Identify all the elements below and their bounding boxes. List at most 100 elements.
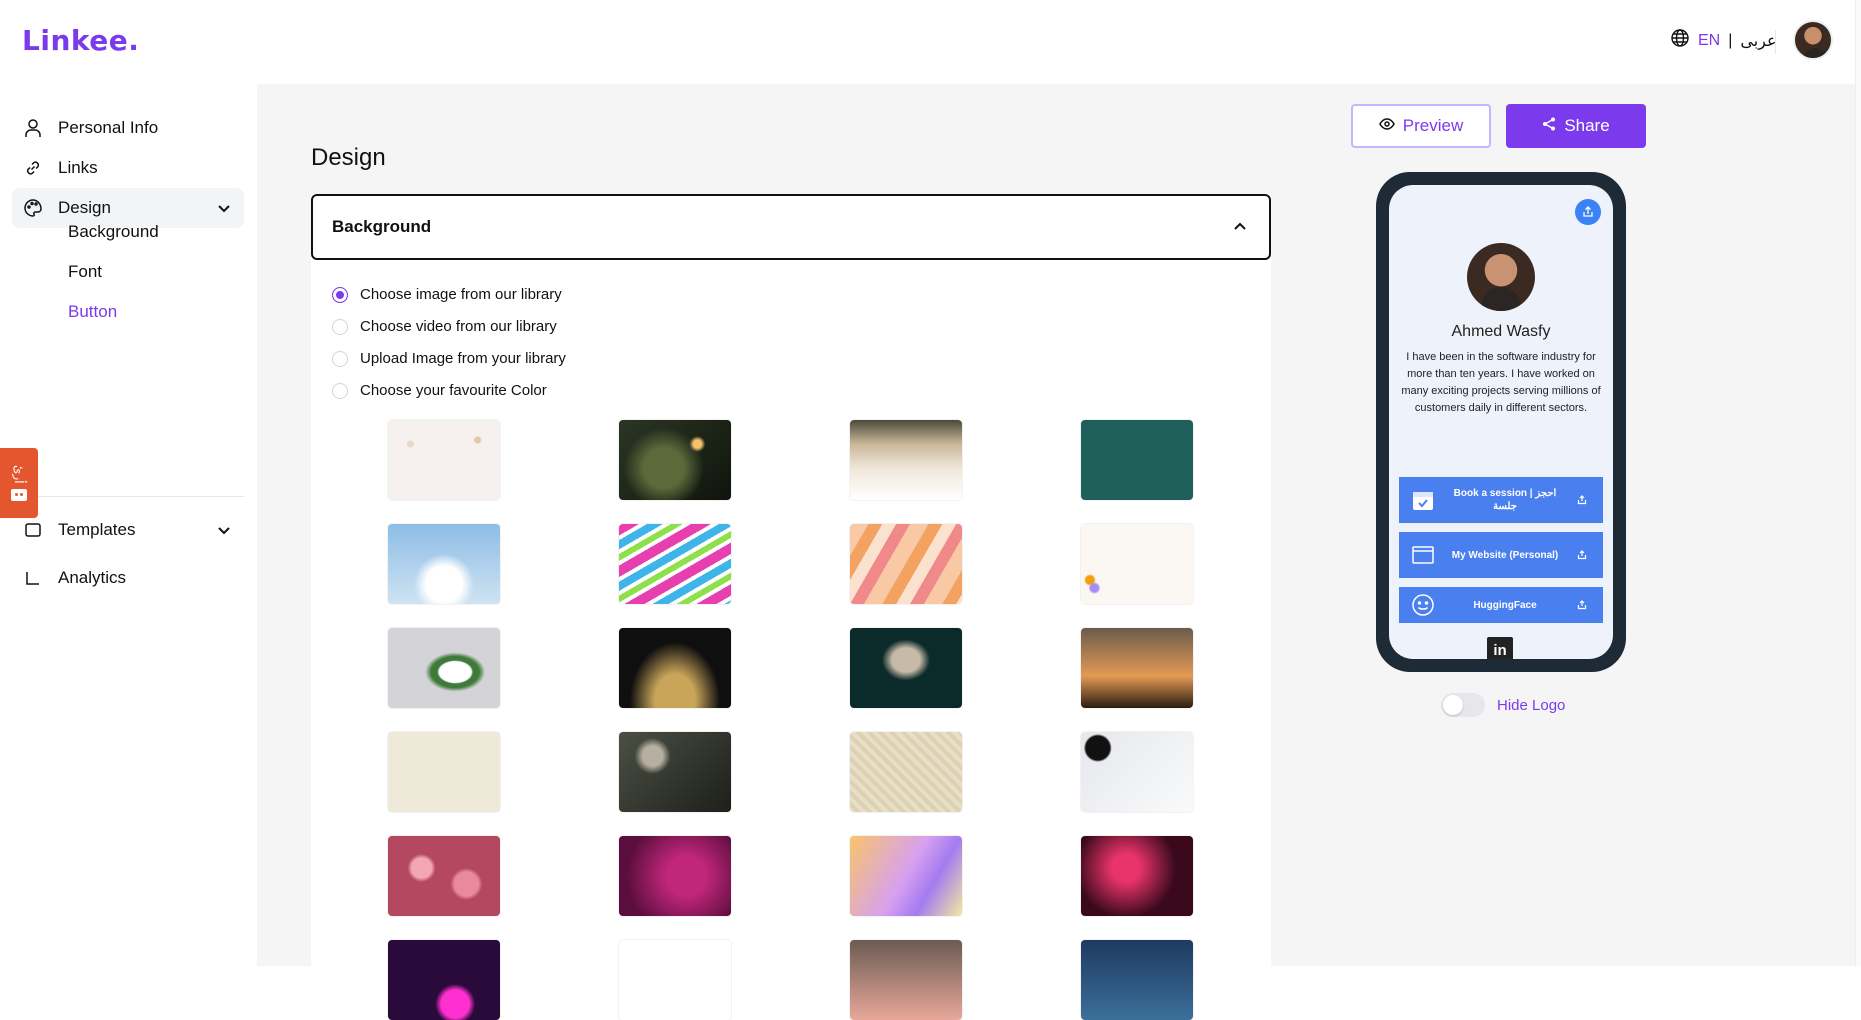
share-icon[interactable] xyxy=(1573,495,1591,505)
robot-icon xyxy=(11,489,27,502)
background-thumbnail[interactable] xyxy=(1081,732,1193,812)
chevron-up-icon xyxy=(1231,218,1249,236)
lang-ar[interactable]: عربى xyxy=(1740,31,1776,51)
background-thumbnail[interactable] xyxy=(850,524,962,604)
browser-window-icon xyxy=(1409,541,1437,569)
sidebar: Personal Info Links Design Background Fo… xyxy=(0,84,257,966)
background-thumbnail[interactable] xyxy=(619,420,731,500)
background-thumbnail[interactable] xyxy=(619,732,731,812)
header-divider xyxy=(1775,30,1776,54)
background-thumbnail[interactable] xyxy=(388,836,500,916)
background-thumbnail[interactable] xyxy=(1081,940,1193,1020)
main-content: Design Background Choose image from our … xyxy=(257,84,1861,1020)
background-thumbnail[interactable] xyxy=(388,524,500,604)
lang-en[interactable]: EN xyxy=(1698,32,1720,50)
hide-logo-label: Hide Logo xyxy=(1497,696,1566,714)
share-icon[interactable] xyxy=(1573,600,1591,610)
background-thumbnail[interactable] xyxy=(850,836,962,916)
app-logo[interactable]: Linkee. xyxy=(22,24,139,57)
user-avatar[interactable] xyxy=(1793,20,1833,60)
hide-logo-control[interactable]: Hide Logo xyxy=(1441,693,1565,717)
preview-button[interactable]: Preview xyxy=(1351,104,1491,148)
background-thumbnail[interactable] xyxy=(1081,836,1193,916)
link-label: HuggingFace xyxy=(1473,599,1537,611)
background-thumbnail[interactable] xyxy=(850,940,962,1020)
profile-link-book-session[interactable]: Book a session | احجز جلسة xyxy=(1399,477,1603,523)
templates-icon xyxy=(22,519,44,541)
scrollbar[interactable] xyxy=(1855,0,1861,966)
background-thumbnail[interactable] xyxy=(619,940,731,1020)
background-thumbnail[interactable] xyxy=(388,628,500,708)
top-bar: Linkee. EN | عربى xyxy=(0,0,1861,84)
preview-label: Preview xyxy=(1402,116,1464,135)
share-icon[interactable] xyxy=(1573,550,1591,560)
sidebar-item-personal-info[interactable]: Personal Info xyxy=(12,108,244,148)
accordion-title: Background xyxy=(332,217,432,236)
sidebar-subitem-button[interactable]: Button xyxy=(68,302,117,322)
linkedin-icon[interactable]: in xyxy=(1487,637,1513,659)
profile-avatar xyxy=(1467,243,1535,311)
radio-button[interactable] xyxy=(332,318,348,335)
chevron-down-icon xyxy=(214,198,234,218)
background-thumbnail[interactable] xyxy=(1081,524,1193,604)
background-thumbnail[interactable] xyxy=(850,628,962,708)
background-thumbnail[interactable] xyxy=(619,628,731,708)
phone-screen: Ahmed Wasfy I have been in the software … xyxy=(1389,185,1613,659)
link-label: My Website (Personal) xyxy=(1451,549,1559,561)
hide-logo-toggle[interactable] xyxy=(1441,693,1485,717)
background-thumbnail[interactable] xyxy=(850,732,962,812)
share-button[interactable]: Share xyxy=(1506,104,1646,148)
option-label: Upload Image from your library xyxy=(360,350,566,367)
feedback-tab[interactable]: ﺃﺭﺉ xyxy=(0,448,38,518)
feedback-tab-label: ﺃﺭﺉ xyxy=(12,464,26,484)
option-label: Choose video from our library xyxy=(360,318,557,335)
sidebar-item-label: Links xyxy=(58,158,98,177)
radio-button[interactable] xyxy=(332,382,348,399)
profile-link-huggingface[interactable]: HuggingFace xyxy=(1399,587,1603,623)
share-icon xyxy=(1542,116,1556,136)
accordion-background-header[interactable]: Background xyxy=(311,194,1271,260)
analytics-icon xyxy=(22,567,44,589)
option-upload-image[interactable]: Upload Image from your library xyxy=(332,350,566,367)
language-switcher[interactable]: EN | عربى xyxy=(1670,28,1777,53)
link-icon xyxy=(22,157,44,179)
page-title: Design xyxy=(311,144,386,171)
background-thumbnail[interactable] xyxy=(388,420,500,500)
link-label: Book a session | احجز جلسة xyxy=(1453,488,1557,512)
background-thumbnail[interactable] xyxy=(388,732,500,812)
sidebar-subitem-font[interactable]: Font xyxy=(68,262,102,282)
background-thumbnail[interactable] xyxy=(1081,628,1193,708)
option-favourite-color[interactable]: Choose your favourite Color xyxy=(332,382,547,399)
sidebar-subitem-background[interactable]: Background xyxy=(68,222,159,242)
sidebar-divider xyxy=(12,496,244,497)
sidebar-item-label: Design xyxy=(58,198,111,217)
share-icon[interactable] xyxy=(1575,199,1601,225)
sidebar-item-label: Templates xyxy=(58,520,136,539)
eye-icon xyxy=(1378,116,1395,137)
calendar-check-icon xyxy=(1409,486,1437,514)
smiley-icon xyxy=(1409,591,1437,619)
background-thumbnail[interactable] xyxy=(619,836,731,916)
user-icon xyxy=(22,117,44,139)
profile-link-website[interactable]: My Website (Personal) xyxy=(1399,532,1603,578)
option-image-library[interactable]: Choose image from our library xyxy=(332,286,562,303)
background-thumbnail[interactable] xyxy=(850,420,962,500)
profile-name: Ahmed Wasfy xyxy=(1451,323,1551,340)
profile-bio: I have been in the software industry for… xyxy=(1401,351,1601,414)
background-thumbnail[interactable] xyxy=(1081,420,1193,500)
globe-icon xyxy=(1670,28,1690,53)
lang-separator: | xyxy=(1728,31,1733,49)
sidebar-item-analytics[interactable]: Analytics xyxy=(12,558,244,598)
share-label: Share xyxy=(1564,116,1610,135)
sidebar-item-label: Personal Info xyxy=(58,118,159,137)
background-thumbnail[interactable] xyxy=(619,524,731,604)
radio-button[interactable] xyxy=(332,350,348,367)
sidebar-item-templates[interactable]: Templates xyxy=(12,510,244,550)
radio-button[interactable] xyxy=(332,286,348,303)
background-thumbnail[interactable] xyxy=(388,940,500,1020)
sidebar-item-label: Analytics xyxy=(58,568,127,587)
sidebar-item-links[interactable]: Links xyxy=(12,148,244,188)
palette-icon xyxy=(22,197,44,219)
phone-preview: Ahmed Wasfy I have been in the software … xyxy=(1376,172,1626,672)
option-video-library[interactable]: Choose video from our library xyxy=(332,318,557,335)
